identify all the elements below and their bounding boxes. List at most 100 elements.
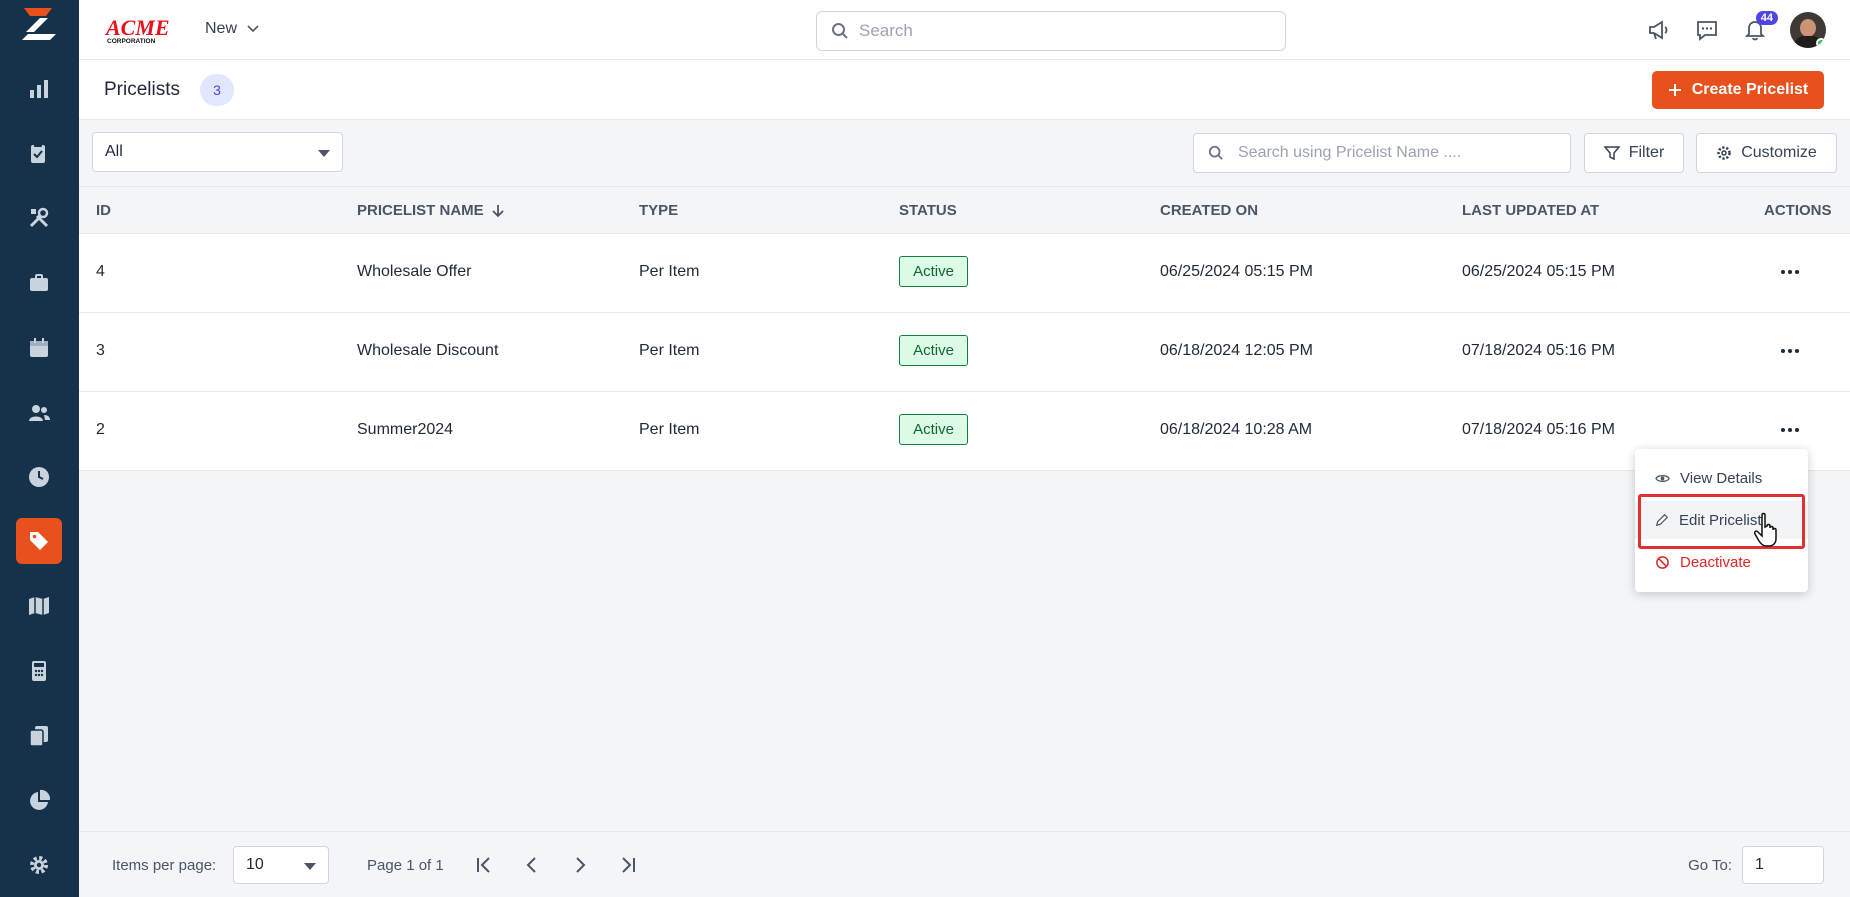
customize-label: Customize bbox=[1741, 144, 1817, 161]
ban-icon bbox=[1656, 555, 1669, 569]
user-avatar[interactable] bbox=[1790, 12, 1826, 48]
content-area: All Search using Pricelist Name .... Fil… bbox=[79, 120, 1850, 897]
announcement-button[interactable] bbox=[1646, 17, 1672, 43]
table-row[interactable]: 4 Wholesale Offer Per Item Active 06/25/… bbox=[79, 234, 1850, 313]
chat-button[interactable] bbox=[1694, 17, 1720, 43]
new-menu-button[interactable]: New bbox=[205, 20, 259, 38]
search-icon bbox=[1208, 145, 1223, 160]
online-status-dot bbox=[1816, 38, 1826, 48]
create-pricelist-button[interactable]: Create Pricelist bbox=[1652, 71, 1824, 109]
pricelist-search-input[interactable]: Search using Pricelist Name .... bbox=[1193, 133, 1571, 173]
row-id: 2 bbox=[96, 421, 105, 438]
caret-down-icon bbox=[304, 863, 316, 870]
sidebar-item-timesheet[interactable] bbox=[16, 454, 62, 500]
chevron-right-icon bbox=[576, 857, 586, 873]
status-filter-select[interactable]: All bbox=[92, 132, 343, 172]
pricelist-search-placeholder: Search using Pricelist Name .... bbox=[1238, 144, 1462, 161]
row-id: 3 bbox=[96, 342, 105, 359]
sidebar-item-estimates[interactable] bbox=[16, 648, 62, 694]
row-pricelist-name[interactable]: Wholesale Discount bbox=[357, 342, 498, 360]
goto-page-value: 1 bbox=[1755, 856, 1764, 873]
row-last-updated: 07/18/2024 05:16 PM bbox=[1462, 421, 1616, 438]
sidebar-item-map[interactable] bbox=[16, 583, 62, 629]
top-icons: 44 bbox=[1646, 11, 1826, 48]
previous-page-button[interactable] bbox=[519, 852, 545, 878]
items-per-page-select[interactable]: 10 bbox=[233, 846, 329, 884]
calculator-icon bbox=[32, 661, 46, 681]
last-page-icon bbox=[622, 857, 635, 873]
row-actions-button[interactable] bbox=[1776, 341, 1804, 361]
svg-text:ACME: ACME bbox=[104, 15, 170, 40]
bar-chart-icon bbox=[30, 80, 48, 98]
users-icon bbox=[29, 405, 50, 421]
clipboard-check-icon bbox=[31, 143, 45, 163]
sidebar-item-services[interactable] bbox=[16, 195, 62, 241]
sidebar-item-reports[interactable] bbox=[16, 778, 62, 824]
page-header: Pricelists 3 Create Pricelist bbox=[79, 60, 1850, 120]
more-horizontal-icon bbox=[1781, 270, 1799, 274]
row-actions-button[interactable] bbox=[1776, 420, 1804, 440]
row-id: 4 bbox=[96, 263, 105, 280]
arrow-down-icon bbox=[492, 204, 504, 217]
app-logo-icon[interactable] bbox=[18, 2, 62, 40]
create-pricelist-label: Create Pricelist bbox=[1691, 81, 1809, 98]
megaphone-icon bbox=[1649, 20, 1668, 40]
row-actions-button[interactable] bbox=[1776, 262, 1804, 282]
customize-button[interactable]: Customize bbox=[1696, 133, 1837, 173]
column-header-status[interactable]: STATUS bbox=[899, 202, 957, 219]
sidebar-item-documents[interactable] bbox=[16, 713, 62, 759]
row-last-updated: 07/18/2024 05:16 PM bbox=[1462, 342, 1616, 359]
sidebar-item-jobs[interactable] bbox=[16, 260, 62, 306]
more-horizontal-icon bbox=[1781, 428, 1799, 432]
row-pricelist-name[interactable]: Summer2024 bbox=[357, 421, 453, 439]
tag-icon bbox=[30, 532, 48, 550]
status-badge: Active bbox=[899, 335, 968, 366]
goto-label: Go To: bbox=[1688, 857, 1732, 874]
column-header-actions: ACTIONS bbox=[1764, 202, 1832, 219]
row-last-updated: 06/25/2024 05:15 PM bbox=[1462, 263, 1616, 280]
last-page-button[interactable] bbox=[615, 852, 641, 878]
filter-label: Filter bbox=[1628, 144, 1665, 161]
row-type: Per Item bbox=[639, 263, 700, 280]
filter-button[interactable]: Filter bbox=[1584, 133, 1684, 173]
table-row[interactable]: 2 Summer2024 Per Item Active 06/18/2024 … bbox=[79, 392, 1850, 471]
row-pricelist-name[interactable]: Wholesale Offer bbox=[357, 263, 471, 281]
sidebar-item-settings[interactable] bbox=[16, 842, 62, 888]
global-search-input[interactable]: Search bbox=[816, 11, 1286, 51]
column-header-type[interactable]: TYPE bbox=[639, 202, 678, 219]
sidebar-item-pricelists[interactable] bbox=[16, 518, 62, 564]
gear-icon bbox=[1717, 146, 1731, 160]
first-page-button[interactable] bbox=[471, 852, 497, 878]
notification-count-badge: 44 bbox=[1755, 11, 1778, 25]
documents-icon bbox=[29, 726, 48, 747]
column-header-id[interactable]: ID bbox=[96, 202, 111, 219]
row-type: Per Item bbox=[639, 342, 700, 359]
search-icon bbox=[832, 23, 848, 39]
chevron-left-icon bbox=[526, 857, 536, 873]
clock-icon bbox=[29, 467, 49, 487]
sidebar-item-tasks[interactable] bbox=[16, 130, 62, 176]
gear-icon bbox=[30, 856, 48, 874]
status-badge: Active bbox=[899, 414, 968, 445]
tools-icon bbox=[29, 207, 49, 228]
table-row[interactable]: 3 Wholesale Discount Per Item Active 06/… bbox=[79, 313, 1850, 392]
eye-icon bbox=[1655, 474, 1670, 482]
next-page-button[interactable] bbox=[567, 852, 593, 878]
goto-page-input[interactable]: 1 bbox=[1742, 846, 1824, 884]
view-details-menu-item[interactable]: View Details bbox=[1635, 459, 1808, 497]
column-header-pricelist-name-label: PRICELIST NAME bbox=[357, 202, 484, 219]
status-filter-value: All bbox=[105, 143, 123, 160]
table-header: ID PRICELIST NAME TYPE STATUS CREATED ON… bbox=[79, 186, 1850, 234]
row-created-on: 06/18/2024 10:28 AM bbox=[1160, 421, 1313, 438]
row-type: Per Item bbox=[639, 421, 700, 438]
company-logo[interactable]: ACME CORPORATION bbox=[104, 13, 180, 45]
column-header-created-on[interactable]: CREATED ON bbox=[1160, 202, 1258, 219]
sidebar-item-dashboard[interactable] bbox=[16, 66, 62, 112]
new-menu-label: New bbox=[205, 20, 238, 37]
sidebar-item-customers[interactable] bbox=[16, 390, 62, 436]
sidebar-item-calendar[interactable] bbox=[16, 325, 62, 371]
column-header-pricelist-name[interactable]: PRICELIST NAME bbox=[357, 202, 504, 219]
pricelist-count-badge: 3 bbox=[200, 74, 234, 106]
column-header-last-updated[interactable]: LAST UPDATED AT bbox=[1462, 202, 1599, 219]
notifications-button[interactable]: 44 bbox=[1742, 11, 1778, 43]
